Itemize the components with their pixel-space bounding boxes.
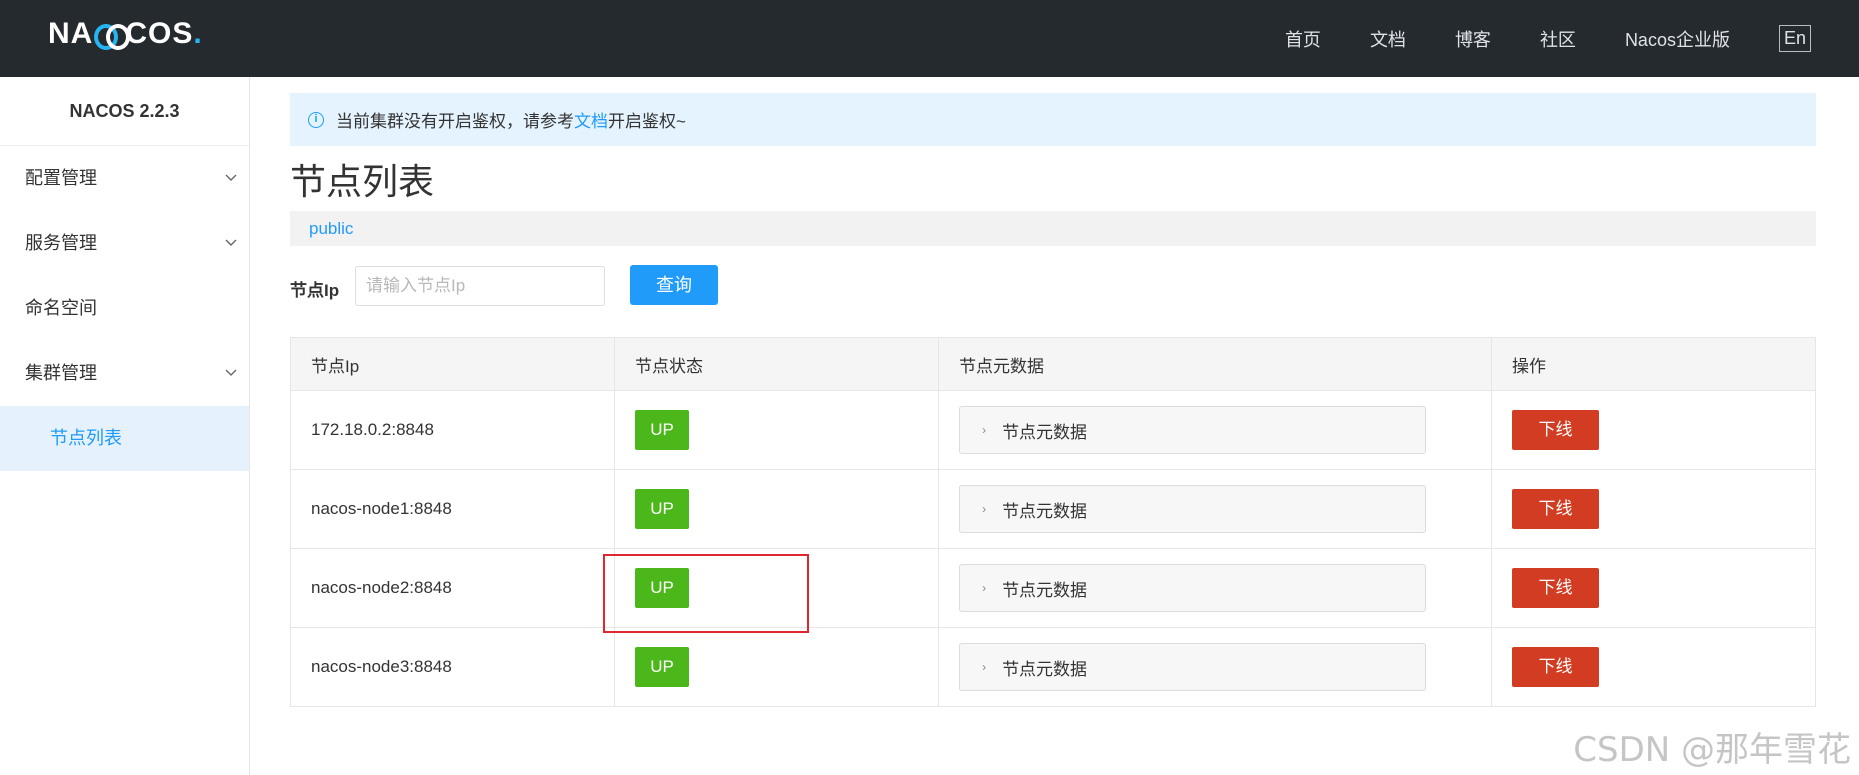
node-ip-cell: nacos-node3:8848 bbox=[289, 627, 616, 707]
metadata-collapse[interactable]: › 节点元数据 bbox=[959, 643, 1427, 691]
sidebar-item-cluster[interactable]: 集群管理 bbox=[0, 341, 249, 406]
metadata-cell: › 节点元数据 bbox=[938, 390, 1492, 470]
metadata-collapse[interactable]: › 节点元数据 bbox=[959, 406, 1427, 454]
top-header: NA COS. 首页 文档 博客 社区 Nacos企业版 En bbox=[0, 0, 1859, 77]
sidebar-item-namespace[interactable]: 命名空间 bbox=[0, 276, 249, 341]
chevron-right-icon: › bbox=[982, 502, 987, 516]
node-ip-cell: nacos-node2:8848 bbox=[289, 548, 616, 628]
metadata-cell: › 节点元数据 bbox=[938, 548, 1492, 628]
nav-enterprise[interactable]: Nacos企业版 bbox=[1625, 26, 1730, 52]
action-cell: 下线 bbox=[1490, 469, 1817, 549]
top-nav: 首页 文档 博客 社区 Nacos企业版 En bbox=[1285, 0, 1859, 77]
nav-blog[interactable]: 博客 bbox=[1455, 26, 1491, 52]
status-badge: UP bbox=[635, 410, 690, 450]
language-toggle[interactable]: En bbox=[1778, 25, 1811, 52]
sidebar-item-config[interactable]: 配置管理 bbox=[0, 146, 249, 211]
csdn-watermark: CSDN @那年雪花 bbox=[1573, 730, 1851, 770]
chevron-right-icon: › bbox=[982, 423, 987, 437]
table-row: nacos-node2:8848 UP › 节点元数据 下线 bbox=[289, 548, 1817, 628]
page-title: 节点列表 bbox=[290, 161, 435, 202]
status-badge: UP bbox=[635, 647, 690, 687]
sidebar-item-label: 配置管理 bbox=[25, 168, 97, 188]
nav-docs[interactable]: 文档 bbox=[1370, 26, 1406, 52]
column-header-metadata: 节点元数据 bbox=[938, 337, 1492, 391]
column-header-status: 节点状态 bbox=[614, 337, 940, 391]
status-cell: UP bbox=[614, 390, 940, 470]
offline-button[interactable]: 下线 bbox=[1511, 568, 1599, 608]
annotation-highlight-box bbox=[603, 554, 809, 633]
namespace-public[interactable]: public bbox=[309, 219, 353, 238]
node-ip-input[interactable] bbox=[355, 266, 605, 306]
search-label: 节点Ip bbox=[290, 281, 340, 300]
nacos-logo[interactable]: NA COS. bbox=[48, 16, 203, 52]
nav-community[interactable]: 社区 bbox=[1540, 26, 1576, 52]
column-header-action: 操作 bbox=[1490, 337, 1817, 391]
sidebar-item-label: 服务管理 bbox=[25, 233, 97, 253]
metadata-collapse[interactable]: › 节点元数据 bbox=[959, 564, 1427, 612]
chevron-down-icon bbox=[225, 174, 237, 181]
offline-button[interactable]: 下线 bbox=[1511, 489, 1599, 529]
nav-home[interactable]: 首页 bbox=[1285, 26, 1321, 52]
column-header-ip: 节点Ip bbox=[289, 337, 616, 391]
auth-alert: i 当前集群没有开启鉴权，请参考 文档 开启鉴权~ bbox=[290, 93, 1816, 146]
sidebar-item-service[interactable]: 服务管理 bbox=[0, 211, 249, 276]
offline-button[interactable]: 下线 bbox=[1511, 647, 1599, 687]
metadata-cell: › 节点元数据 bbox=[938, 627, 1492, 707]
node-table: 节点Ip 节点状态 节点元数据 操作 172.18.0.2:8848 UP › 节… bbox=[289, 337, 1817, 707]
action-cell: 下线 bbox=[1490, 627, 1817, 707]
chevron-down-icon bbox=[225, 239, 237, 246]
sidebar-item-label: 集群管理 bbox=[25, 363, 97, 383]
namespace-bar: public bbox=[290, 211, 1816, 246]
node-ip-cell: nacos-node1:8848 bbox=[289, 469, 616, 549]
chevron-down-icon bbox=[225, 369, 237, 376]
status-cell: UP bbox=[614, 469, 940, 549]
metadata-cell: › 节点元数据 bbox=[938, 469, 1492, 549]
action-cell: 下线 bbox=[1490, 390, 1817, 470]
sidebar: NACOS 2.2.3 配置管理 服务管理 命名空间 集群管理 节点列表 bbox=[0, 77, 250, 775]
logo-infinity-icon bbox=[94, 22, 131, 50]
docs-link[interactable]: 文档 bbox=[574, 107, 608, 132]
chevron-right-icon: › bbox=[982, 581, 987, 595]
metadata-collapse[interactable]: › 节点元数据 bbox=[959, 485, 1427, 533]
action-cell: 下线 bbox=[1490, 548, 1817, 628]
table-row: nacos-node3:8848 UP › 节点元数据 下线 bbox=[289, 627, 1817, 707]
status-cell: UP bbox=[614, 627, 940, 707]
node-ip-cell: 172.18.0.2:8848 bbox=[289, 390, 616, 470]
sidebar-item-node-list[interactable]: 节点列表 bbox=[0, 406, 249, 471]
table-header-row: 节点Ip 节点状态 节点元数据 操作 bbox=[289, 337, 1817, 391]
sidebar-item-label: 命名空间 bbox=[25, 298, 97, 318]
table-row: nacos-node1:8848 UP › 节点元数据 下线 bbox=[289, 469, 1817, 549]
version-label: NACOS 2.2.3 bbox=[0, 77, 249, 146]
table-row: 172.18.0.2:8848 UP › 节点元数据 下线 bbox=[289, 390, 1817, 470]
chevron-right-icon: › bbox=[982, 660, 987, 674]
status-badge: UP bbox=[635, 489, 690, 529]
offline-button[interactable]: 下线 bbox=[1511, 410, 1599, 450]
info-icon: i bbox=[308, 111, 324, 128]
query-button[interactable]: 查询 bbox=[630, 265, 718, 305]
